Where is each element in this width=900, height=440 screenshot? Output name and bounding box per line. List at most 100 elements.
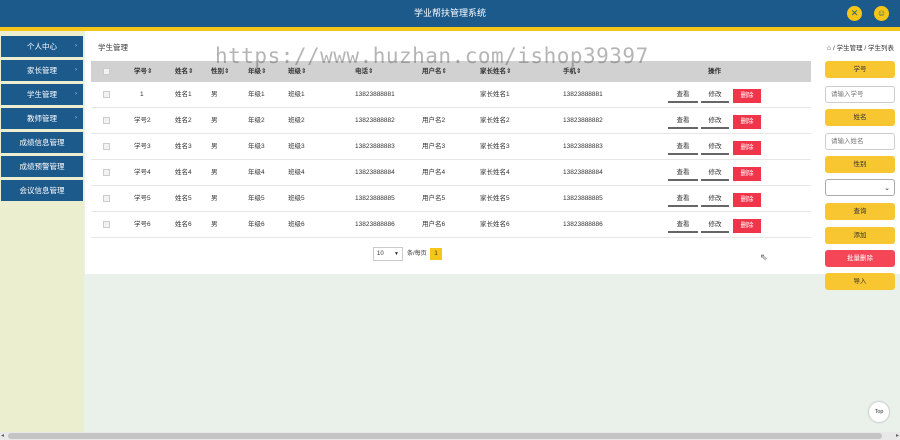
- sidebar: 个人中心 › 家长管理 › 学生管理 › 教师管理 › 成绩信息管理 成绩预警管…: [0, 31, 84, 440]
- chevron-right-icon: ›: [75, 115, 77, 121]
- row-checkbox[interactable]: [103, 91, 110, 98]
- chevron-down-icon: ⌄: [884, 185, 890, 192]
- cell-student-no: 学号6: [134, 221, 151, 228]
- sidebar-item-label: 学生管理: [27, 90, 57, 99]
- sidebar-item-parent-management[interactable]: 家长管理 ›: [1, 60, 83, 81]
- sidebar-item-grade-warning[interactable]: 成绩预警管理: [1, 156, 83, 177]
- cell-grade: 年级1: [248, 91, 265, 98]
- cell-parent-name: 家长姓名5: [480, 195, 510, 202]
- row-checkbox[interactable]: [103, 169, 110, 176]
- view-button[interactable]: 查看: [668, 141, 698, 155]
- page-number-current[interactable]: 1: [430, 248, 442, 260]
- cell-gender: 男: [211, 143, 218, 150]
- user-icon[interactable]: ☺: [874, 6, 889, 21]
- cell-phone: 13823888884: [355, 169, 395, 176]
- batch-delete-button[interactable]: 批量删除: [825, 250, 895, 267]
- cell-grade: 年级2: [248, 117, 265, 124]
- table-row: 学号3 姓名3 男 年级3 班级3 13823888883 用户名3 家长姓名3 1382388…: [91, 134, 811, 160]
- edit-button[interactable]: 修改: [701, 193, 729, 207]
- cell-grade: 年级5: [248, 195, 265, 202]
- row-checkbox[interactable]: [103, 117, 110, 124]
- cell-name: 姓名3: [175, 143, 192, 150]
- cell-phone: 13823888885: [355, 195, 395, 202]
- view-button[interactable]: 查看: [668, 193, 698, 207]
- expand-icon[interactable]: ✕: [847, 6, 862, 21]
- edit-button[interactable]: 修改: [701, 89, 729, 103]
- sidebar-item-grade-info[interactable]: 成绩信息管理: [1, 132, 83, 153]
- delete-button[interactable]: 删除: [733, 193, 761, 207]
- horizontal-scrollbar[interactable]: ◂ ▸: [0, 432, 900, 440]
- import-button[interactable]: 导入: [825, 273, 895, 290]
- per-page-label: 条/每页: [407, 251, 427, 257]
- delete-button[interactable]: 删除: [733, 115, 761, 129]
- page-size-select[interactable]: 10 ▼: [373, 247, 403, 261]
- scroll-right-icon[interactable]: ▸: [896, 432, 899, 440]
- cell-mobile: 13823888886: [563, 221, 603, 228]
- sidebar-item-meeting-info[interactable]: 会议信息管理: [1, 180, 83, 201]
- cell-class: 班级2: [288, 117, 305, 124]
- cell-name: 姓名2: [175, 117, 192, 124]
- delete-button[interactable]: 删除: [733, 141, 761, 155]
- cell-name: 姓名5: [175, 195, 192, 202]
- col-student-no[interactable]: 学号⇕: [134, 61, 152, 82]
- select-all-checkbox[interactable]: [103, 68, 110, 75]
- scroll-left-icon[interactable]: ◂: [1, 432, 4, 440]
- delete-button[interactable]: 删除: [733, 219, 761, 233]
- mouse-cursor-icon: ⇖: [760, 252, 768, 262]
- cell-phone: 13823888883: [355, 143, 395, 150]
- scrollbar-thumb[interactable]: [8, 433, 882, 439]
- home-icon[interactable]: ⌂: [827, 45, 831, 52]
- chevron-down-icon: ▼: [394, 251, 399, 257]
- gender-select[interactable]: ⌄: [825, 179, 895, 196]
- table-row: 1 姓名1 男 年级1 班级1 13823888881 家长姓名1 13823888881 查看…: [91, 82, 811, 108]
- cell-class: 班级5: [288, 195, 305, 202]
- chevron-right-icon: ›: [75, 91, 77, 97]
- row-checkbox[interactable]: [103, 143, 110, 150]
- sidebar-item-student-management[interactable]: 学生管理 ›: [1, 84, 83, 105]
- add-button[interactable]: 添加: [825, 227, 895, 244]
- row-checkbox[interactable]: [103, 221, 110, 228]
- watermark-text: https://www.huzhan.com/ishop39397: [215, 44, 649, 68]
- cell-student-no: 学号2: [134, 117, 151, 124]
- breadcrumb-path: / 学生管理 / 学生列表: [832, 45, 894, 52]
- sidebar-item-teacher-management[interactable]: 教师管理 ›: [1, 108, 83, 129]
- cell-name: 姓名6: [175, 221, 192, 228]
- cell-grade: 年级6: [248, 221, 265, 228]
- cell-mobile: 13823888883: [563, 143, 603, 150]
- cell-parent-name: 家长姓名1: [480, 91, 510, 98]
- cell-name: 姓名1: [175, 91, 192, 98]
- edit-button[interactable]: 修改: [701, 167, 729, 181]
- cell-grade: 年级4: [248, 169, 265, 176]
- chevron-right-icon: ›: [75, 67, 77, 73]
- cell-phone: 13823888886: [355, 221, 395, 228]
- back-to-top-button[interactable]: Top: [869, 402, 889, 422]
- edit-button[interactable]: 修改: [701, 115, 729, 129]
- cell-class: 班级6: [288, 221, 305, 228]
- delete-button[interactable]: 删除: [733, 167, 761, 181]
- col-name[interactable]: 姓名⇕: [175, 61, 193, 82]
- cell-class: 班级3: [288, 143, 305, 150]
- query-button[interactable]: 查询: [825, 203, 895, 220]
- page-size-value: 10: [377, 251, 384, 257]
- name-input[interactable]: [825, 133, 895, 150]
- cell-username: 用户名5: [422, 195, 446, 202]
- cell-phone: 13823888882: [355, 117, 395, 124]
- view-button[interactable]: 查看: [668, 89, 698, 103]
- cell-phone: 13823888881: [355, 91, 395, 98]
- cell-username: 用户名4: [422, 169, 446, 176]
- view-button[interactable]: 查看: [668, 115, 698, 129]
- student-no-input[interactable]: [825, 86, 895, 103]
- table-row: 学号2 姓名2 男 年级2 班级2 13823888882 用户名2 家长姓名2 1382388…: [91, 108, 811, 134]
- view-button[interactable]: 查看: [668, 167, 698, 181]
- sidebar-item-label: 教师管理: [27, 114, 57, 123]
- table-row: 学号6 姓名6 男 年级6 班级6 13823888886 用户名6 家长姓名6 1382388…: [91, 212, 811, 238]
- edit-button[interactable]: 修改: [701, 219, 729, 233]
- row-checkbox[interactable]: [103, 195, 110, 202]
- view-button[interactable]: 查看: [668, 219, 698, 233]
- sidebar-item-personal-center[interactable]: 个人中心 ›: [1, 36, 83, 57]
- delete-button[interactable]: 删除: [733, 89, 761, 103]
- edit-button[interactable]: 修改: [701, 141, 729, 155]
- name-label: 姓名: [825, 109, 895, 126]
- cell-student-no: 学号5: [134, 195, 151, 202]
- student-no-label: 学号: [825, 61, 895, 78]
